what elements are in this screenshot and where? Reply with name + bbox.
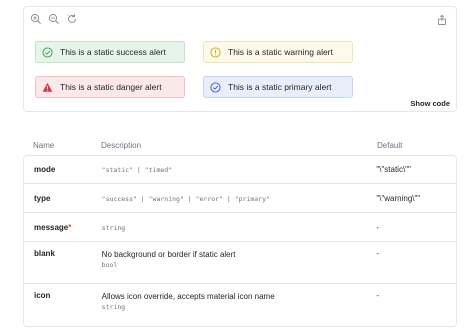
table-row: blank No background or border if static … (24, 242, 456, 284)
prop-name: mode (34, 165, 56, 174)
alerts-grid: This is a static success alert This is a… (35, 41, 445, 105)
required-mark: * (68, 222, 72, 232)
alert-text: This is a static success alert (60, 47, 166, 57)
prop-description: No background or border if static alert … (102, 249, 377, 283)
component-preview: This is a static success alert This is a… (23, 6, 457, 112)
header-default: Default (377, 140, 403, 150)
prop-type: string (101, 223, 126, 232)
prop-description: "success" | "warning" | "error" | "prima… (102, 194, 377, 203)
show-code-button[interactable]: Show code (410, 99, 450, 108)
alert-text: This is a static primary alert (228, 82, 332, 92)
table-header: Name Description Default (23, 137, 457, 153)
table-row: mode "static" | "timed" "\"static\"" (24, 156, 456, 184)
prop-default: - (376, 291, 380, 300)
alert-text: This is a static danger alert (60, 82, 162, 92)
table-body: mode "static" | "timed" "\"static\"" typ… (23, 155, 457, 327)
prop-description-text: Allows icon override, accepts material i… (101, 292, 275, 301)
reset-icon[interactable] (66, 13, 78, 25)
table-row: icon Allows icon override, accepts mater… (24, 284, 456, 326)
prop-type: string (101, 303, 126, 311)
prop-default: "\"warning\"" (376, 193, 421, 203)
prop-default: - (376, 249, 380, 258)
success-alert: This is a static success alert (35, 41, 185, 63)
alert-text: This is a static warning alert (228, 47, 333, 57)
prop-type: "success" | "warning" | "error" | "prima… (101, 194, 270, 203)
info-circle-icon (210, 46, 221, 58)
zoom-out-icon[interactable] (48, 13, 60, 25)
share-icon[interactable] (436, 13, 448, 25)
prop-name: icon (34, 291, 51, 300)
prop-name: message (34, 222, 69, 232)
prop-name: blank (34, 249, 55, 258)
table-row: type "success" | "warning" | "error" | "… (24, 184, 456, 213)
prop-description-text: No background or border if static alert (101, 250, 236, 259)
table-row: message* string - (24, 213, 456, 242)
header-description: Description (101, 140, 142, 150)
prop-default: - (376, 222, 380, 232)
prop-type: bool (101, 261, 118, 269)
prop-name: type (34, 193, 51, 203)
props-table: Name Description Default mode "static" |… (23, 137, 457, 327)
prop-default: "\"static\"" (376, 165, 411, 174)
warning-alert: This is a static warning alert (203, 41, 353, 63)
warning-triangle-icon (42, 82, 53, 93)
zoom-in-icon[interactable] (30, 13, 42, 25)
danger-alert: This is a static danger alert (35, 76, 185, 98)
prop-type: "static" | "timed" (101, 166, 173, 174)
check-circle-icon (210, 81, 221, 93)
prop-description: "static" | "timed" (102, 165, 377, 174)
primary-alert: This is a static primary alert (203, 76, 353, 98)
preview-toolbar (30, 13, 78, 25)
prop-description: string (102, 223, 377, 232)
check-circle-icon (42, 46, 53, 58)
prop-name-cell: message* (24, 223, 102, 232)
prop-description: Allows icon override, accepts material i… (102, 291, 377, 326)
header-name: Name (33, 140, 55, 150)
